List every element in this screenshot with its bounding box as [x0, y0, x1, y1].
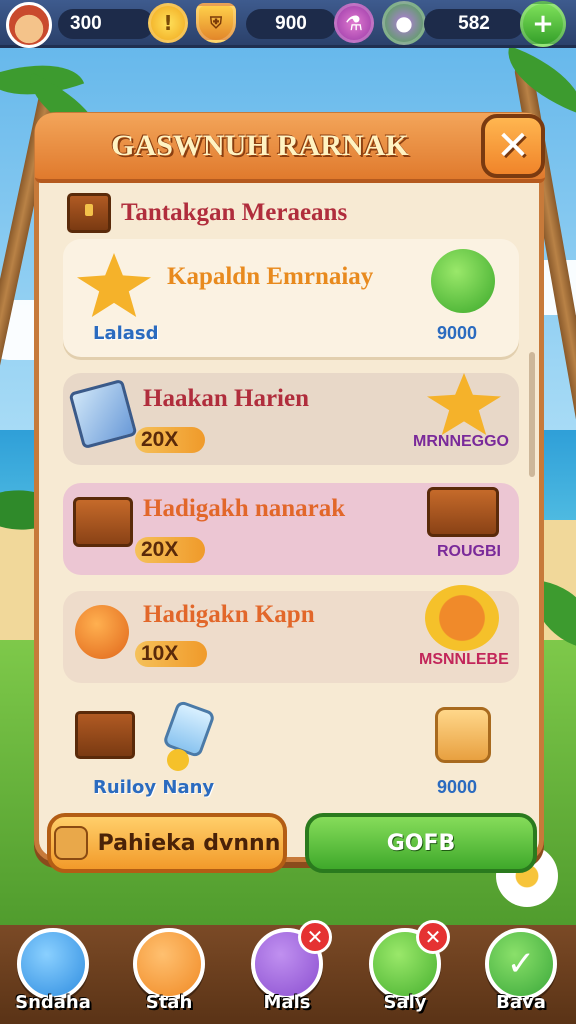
check-icon: ✓ [485, 928, 557, 1000]
mission-title: Hadigakh nanarak [143, 495, 346, 522]
gold-coin-icon[interactable]: ! [148, 3, 188, 43]
energy-counter: 582 [424, 9, 524, 39]
star-icon [77, 253, 151, 317]
shield-icon[interactable]: ⛨ [196, 3, 236, 43]
nav-label: Saly [383, 992, 427, 1013]
mission-card[interactable]: Ruiloy Nany 9000 [63, 699, 519, 803]
missions-dialog: GASWNUH RARNAK ✕ Tantakgan Meraeans Kapa… [34, 112, 545, 873]
close-button[interactable]: ✕ [481, 114, 545, 178]
nav-item-mail[interactable]: ✕ Mals [248, 920, 332, 1024]
primary-action-button[interactable]: GOFB [305, 813, 537, 873]
top-resource-bar: 300 ! ⛨ 900 ⚗ ● 582 + [0, 0, 576, 48]
mission-title: Haakan Harien [143, 385, 309, 412]
potion-jar-icon [161, 699, 217, 759]
nav-item-sally[interactable]: ✕ Saly [366, 920, 450, 1024]
stack-icon [133, 928, 205, 1000]
mission-card[interactable]: Hadigakh nanarak 20X ROUGBI [63, 483, 519, 575]
tool-icon [53, 826, 88, 860]
magnifier-icon [17, 928, 89, 1000]
star-icon [427, 373, 501, 435]
multiplier-badge: 20X [135, 537, 205, 563]
green-slime-icon [431, 249, 495, 313]
notification-badge: ✕ [416, 920, 450, 954]
energy-orb-icon[interactable]: ● [382, 1, 426, 45]
mission-reward: ROUGBI [437, 543, 501, 560]
nav-label: Mals [263, 992, 311, 1013]
mission-reward: MRNNEGGO [413, 433, 509, 450]
multiplier-badge: 20X [135, 427, 205, 453]
mission-reward: 9000 [437, 777, 478, 797]
section-title: Tantakgan Meraeans [121, 199, 348, 226]
chest-icon [75, 711, 135, 759]
mission-subtitle: Lalasd [93, 323, 159, 344]
crate-icon [427, 487, 499, 537]
notification-badge: ✕ [298, 920, 332, 954]
gem-counter: 900 [246, 9, 336, 39]
player-avatar[interactable] [6, 2, 52, 48]
mission-card[interactable]: Kapaldn Emrnaiay Lalasd 9000 [63, 239, 519, 357]
secondary-action-button[interactable]: Pahieka dvnnn [47, 813, 287, 873]
mission-title: Hadigakn Kapn [143, 601, 315, 628]
section-header: Tantakgan Meraeans [67, 191, 347, 235]
coin-counter: 300 [58, 9, 154, 39]
add-resource-button[interactable]: + [520, 1, 566, 47]
dialog-title: GASWNUH RARNAK [111, 129, 409, 162]
nav-label: Sndaha [15, 992, 91, 1013]
chest-icon [67, 193, 111, 233]
nav-label: Bava [496, 992, 546, 1013]
mission-title: Kapaldn Emrnaiay [167, 263, 374, 290]
secondary-action-label: Pahieka dvnnn [97, 830, 281, 856]
coin-icon [167, 749, 189, 771]
potion-icon[interactable]: ⚗ [334, 3, 374, 43]
gift-box-icon [73, 497, 133, 547]
sun-icon [425, 585, 499, 651]
mission-reward: 9000 [437, 323, 478, 343]
nav-item-search[interactable]: Sndaha [14, 928, 92, 1024]
bottom-nav: Sndaha Stah ✕ Mals ✕ Saly ✓ Bava [0, 920, 576, 1024]
mission-subtitle: Ruiloy Nany [93, 777, 215, 798]
mission-reward: MSNNLEBE [419, 651, 509, 668]
dialog-header: GASWNUH RARNAK ✕ [35, 113, 545, 183]
nav-item-stack[interactable]: Stah [130, 928, 208, 1024]
primary-action-label: GOFB [386, 830, 456, 856]
bread-icon [435, 707, 491, 763]
mission-card[interactable]: Hadigakn Kapn 10X MSNNLEBE [63, 585, 519, 683]
nav-item-save[interactable]: ✓ Bava [482, 928, 560, 1024]
tablet-icon [68, 378, 138, 450]
mission-card[interactable]: Haakan Harien 20X MRNNEGGO [63, 373, 519, 465]
nav-label: Stah [145, 992, 193, 1013]
scrollbar[interactable] [529, 352, 535, 477]
multiplier-badge: 10X [135, 641, 207, 667]
orange-fruit-icon [75, 605, 129, 659]
